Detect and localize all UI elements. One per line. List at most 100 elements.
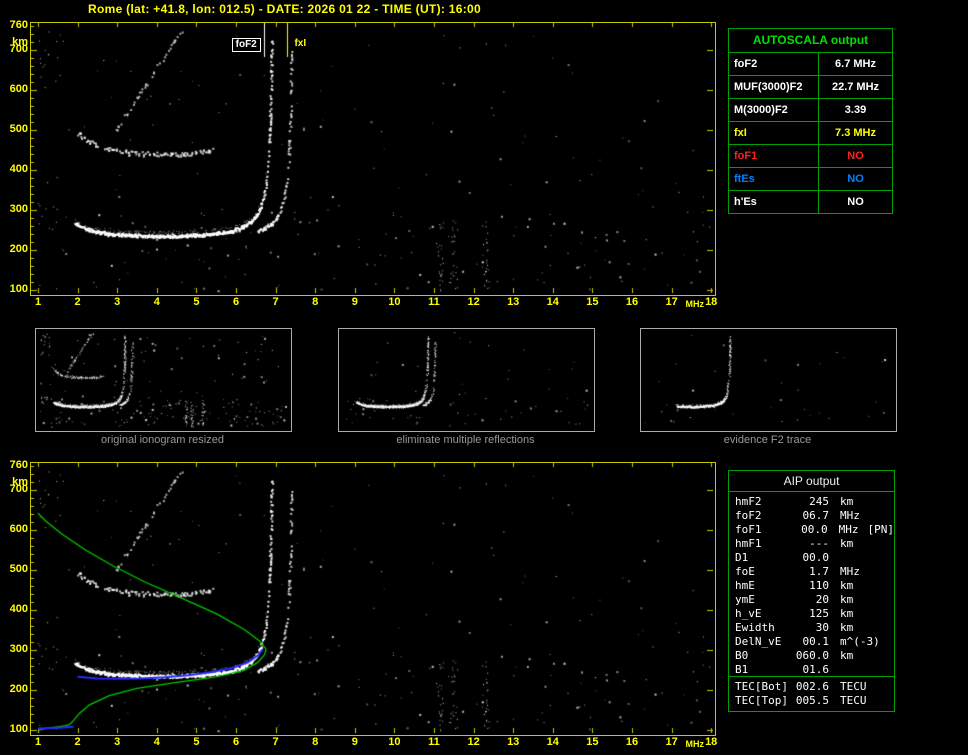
ionogram-panel-bottom xyxy=(30,462,716,736)
x-axis-tick-label: 4 xyxy=(153,736,160,748)
tec-param-value: 002.6 xyxy=(795,680,829,693)
aip-table-row: D1 00.0 xyxy=(729,551,894,565)
x-axis-tick-label: 15 xyxy=(586,736,599,748)
aip-param-name: B0 xyxy=(735,649,749,662)
aip-param-value: 1.7 xyxy=(809,565,829,578)
aip-table-row: hmF2 245 km xyxy=(729,495,894,509)
aip-param-unit: km xyxy=(840,621,854,634)
y-axis-tick-label: 500 xyxy=(9,563,28,575)
aip-param-value: 125 xyxy=(809,607,829,620)
x-axis-unit-label: MHz xyxy=(685,739,704,749)
autoscala-table-row: h'Es NO xyxy=(729,191,892,213)
autoscala-output-table: AUTOSCALA output foF2 6.7 MHz MUF(3000)F2 2… xyxy=(728,28,893,214)
autoscala-param-name: ftEs xyxy=(729,168,819,190)
thumbnail-multiple-reflections-removed xyxy=(338,328,595,432)
thumbnail-label-evidence-f2: evidence F2 trace xyxy=(723,434,812,446)
x-axis-tick-label: 16 xyxy=(625,296,639,308)
aip-param-value: 060.0 xyxy=(795,649,829,662)
aip-table-header: AIP output xyxy=(729,471,894,492)
y-axis-tick-label: 200 xyxy=(9,243,28,255)
aip-param-unit: MHz xyxy=(840,565,860,578)
aip-param-name: hmE xyxy=(735,579,755,592)
aip-param-unit: km xyxy=(840,537,854,550)
x-axis-tick-label: 14 xyxy=(546,296,559,308)
y-axis-tick-label: 300 xyxy=(9,203,28,215)
autoscala-param-name: fxI xyxy=(729,122,819,144)
aip-param-name: foF1 xyxy=(735,523,762,536)
autoscala-param-value: 7.3 MHz xyxy=(835,127,876,139)
aip-param-value: 00.1 xyxy=(802,635,830,648)
aip-param-unit xyxy=(829,663,840,677)
aip-table-row: foE 1.7 MHz xyxy=(729,565,894,579)
y-axis-tick-label: 400 xyxy=(9,163,28,175)
aip-param-unit: MHz xyxy=(840,509,860,522)
x-axis-tick-label: 5 xyxy=(193,296,200,308)
aip-param-name: D1 xyxy=(735,551,749,564)
x-axis-tick-label: 1 xyxy=(34,736,42,748)
ionogram-bottom-canvas xyxy=(31,463,713,733)
aip-param-unit: km xyxy=(840,579,854,592)
autoscala-app-window: Rome (lat: +41.8, lon: 012.5) - DATE: 20… xyxy=(0,0,968,755)
autoscala-table-row: foF2 6.7 MHz xyxy=(729,53,892,76)
aip-param-name: ymE xyxy=(735,593,755,606)
x-axis-tick-label: 5 xyxy=(193,736,200,748)
tec-table-row: TEC[Top] 005.5 TECU xyxy=(729,694,894,708)
autoscala-param-name: M(3000)F2 xyxy=(729,99,819,121)
x-axis-tick-label: 4 xyxy=(153,296,160,308)
aip-param-value: 20 xyxy=(815,593,829,606)
tec-table-row: TEC[Bot] 002.6 TECU xyxy=(729,680,894,694)
x-axis-tick-label: 18 xyxy=(705,736,718,748)
x-axis-tick-label: 14 xyxy=(546,736,559,748)
autoscala-table-row: ftEs NO xyxy=(729,168,892,191)
aip-param-name: B1 xyxy=(735,663,749,676)
thumbnail-label-original: original ionogram resized xyxy=(101,434,224,446)
aip-table-row: h_vE 125 km xyxy=(729,607,894,621)
x-axis-tick-label: 7 xyxy=(272,296,279,308)
x-axis-tick-label: 7 xyxy=(272,736,279,748)
aip-param-unit xyxy=(829,551,840,565)
aip-param-name: foE xyxy=(735,565,755,578)
aip-table-row: ymE 20 km xyxy=(729,593,894,607)
aip-param-name: DelN_vE xyxy=(735,635,782,648)
autoscala-param-value: 6.7 MHz xyxy=(835,58,876,70)
x-axis-tick-label: 8 xyxy=(312,736,319,748)
x-axis-tick-label: 10 xyxy=(388,736,401,748)
thumbnail-f2-canvas xyxy=(641,329,894,429)
aip-output-table: AIP output hmF2 245 km foF2 06.7 MHz foF1 00.0 M… xyxy=(728,470,895,680)
aip-param-name: hmF1 xyxy=(735,537,762,550)
autoscala-table-body: foF2 6.7 MHz MUF(3000)F2 22.7 MHz M(3000)F2 3… xyxy=(729,53,892,213)
x-axis-tick-label: 17 xyxy=(665,296,678,308)
tec-param-name: TEC[Bot] xyxy=(735,680,788,693)
page-title: Rome (lat: +41.8, lon: 012.5) - DATE: 20… xyxy=(88,2,481,16)
aip-table-row: DelN_vE 00.1 m^(-3) xyxy=(729,635,894,649)
aip-table-row: B0 060.0 km xyxy=(729,649,894,663)
aip-table-row: Ewidth 30 km xyxy=(729,621,894,635)
thumbnail-original-canvas xyxy=(36,329,289,429)
tec-param-name: TEC[Top] xyxy=(735,694,788,707)
ionogram-top-canvas xyxy=(31,23,713,293)
x-axis-tick-label: 17 xyxy=(665,736,678,748)
aip-table-row: B1 01.6 xyxy=(729,663,894,677)
autoscala-table-row: M(3000)F2 3.39 xyxy=(729,99,892,122)
autoscala-table-header: AUTOSCALA output xyxy=(729,29,892,53)
thumbnail-label-eliminate-reflections: eliminate multiple reflections xyxy=(396,434,535,446)
x-axis-tick-label: 15 xyxy=(586,296,599,308)
aip-param-unit: km xyxy=(840,607,854,620)
aip-param-flag: [PN] xyxy=(867,523,895,536)
x-axis-tick-label: 16 xyxy=(625,736,639,748)
aip-table-row: foF1 00.0 MHz [PN] xyxy=(729,523,894,537)
y-axis-tick-label: 200 xyxy=(9,683,28,695)
x-axis-tick-label: 11 xyxy=(428,736,440,748)
x-axis-tick-label: 13 xyxy=(507,296,520,308)
aip-param-unit: km xyxy=(840,593,854,606)
aip-table-row: hmE 110 km xyxy=(729,579,894,593)
y-axis-tick-label: 760 xyxy=(9,19,28,31)
y-axis-tick-label: 700 xyxy=(9,43,28,55)
x-axis-tick-label: 2 xyxy=(74,736,81,748)
aip-param-unit: km xyxy=(840,649,854,662)
x-axis-unit-label: MHz xyxy=(685,299,704,309)
tec-table: TEC[Bot] 002.6 TECU TEC[Top] 005.5 TECU xyxy=(728,676,895,712)
autoscala-param-name: foF2 xyxy=(729,53,819,75)
aip-param-value: 00.0 xyxy=(801,523,828,536)
aip-param-unit: m^(-3) xyxy=(840,635,880,648)
